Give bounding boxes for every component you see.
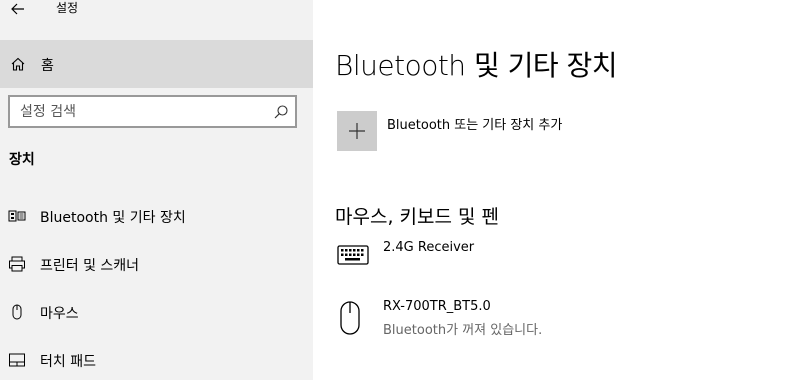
sidebar-item-mouse[interactable]: 마우스	[0, 294, 313, 330]
sidebar-item-printers[interactable]: 프린터 및 스캐너	[0, 246, 313, 282]
plus-icon	[349, 123, 365, 139]
app-title: 설정	[56, 1, 79, 15]
search-input[interactable]	[10, 97, 260, 126]
keyboard-icon	[337, 245, 369, 265]
sidebar-item-label: 프린터 및 스캐너	[40, 258, 140, 274]
device-item[interactable]: 2.4G Receiver	[337, 240, 757, 284]
search-icon[interactable]	[273, 104, 289, 120]
mouse-icon	[340, 301, 360, 335]
sidebar-item-label: Bluetooth 및 기타 장치	[40, 210, 186, 226]
sidebar-item-touchpad[interactable]: 터치 패드	[0, 342, 313, 378]
touchpad-icon	[9, 353, 25, 367]
device-item[interactable]: RX-700TR_BT5.0 Bluetooth가 꺼져 있습니다.	[337, 299, 757, 343]
device-status: Bluetooth가 꺼져 있습니다.	[383, 323, 543, 338]
sidebar-item-label: 터치 패드	[40, 354, 96, 370]
main-content: Bluetooth 및 기타 장치 Bluetooth 또는 기타 장치 추가 …	[313, 0, 801, 380]
section-heading-devices: 장치	[9, 152, 35, 168]
back-arrow-icon	[11, 3, 24, 15]
title-bar: 설정	[0, 0, 313, 32]
printer-icon	[9, 256, 25, 272]
add-device-button[interactable]: Bluetooth 또는 기타 장치 추가	[337, 111, 637, 151]
sidebar-item-bluetooth[interactable]: Bluetooth 및 기타 장치	[0, 198, 313, 234]
bluetooth-devices-icon	[8, 210, 26, 222]
home-icon	[11, 57, 25, 71]
page-title: Bluetooth 및 기타 장치	[335, 49, 618, 82]
mouse-icon	[12, 304, 22, 320]
device-name: RX-700TR_BT5.0	[383, 299, 491, 314]
add-device-tile[interactable]	[337, 111, 377, 151]
search-box[interactable]	[8, 95, 297, 128]
sidebar-item-home[interactable]: 홈	[0, 40, 313, 88]
sidebar-item-label: 마우스	[40, 306, 79, 322]
add-device-label[interactable]: Bluetooth 또는 기타 장치 추가	[387, 114, 562, 133]
sidebar: 설정 홈 장치 Bluetooth 및 기타 장치 프린터 및 스캐너	[0, 0, 313, 380]
device-name: 2.4G Receiver	[383, 240, 475, 255]
section-title-input-devices: 마우스, 키보드 및 펜	[335, 206, 499, 228]
back-button[interactable]	[6, 0, 30, 18]
sidebar-item-home-label: 홈	[41, 58, 54, 74]
